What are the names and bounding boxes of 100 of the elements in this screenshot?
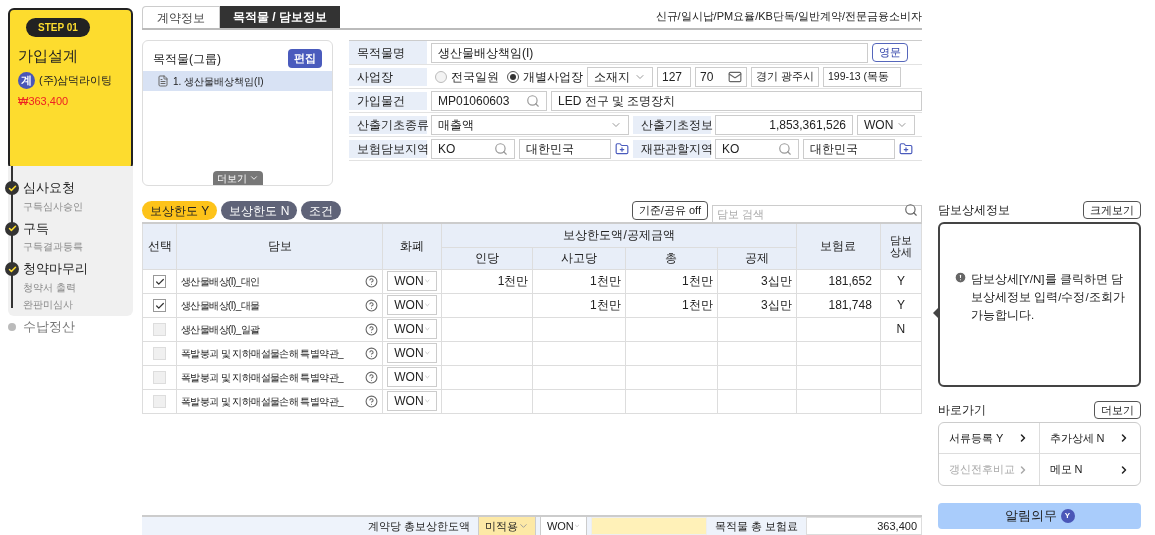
folder-add-icon[interactable]	[899, 141, 913, 156]
help-icon[interactable]	[365, 274, 379, 288]
premium-label: 목적물 총 보험료	[714, 518, 798, 534]
column-header: 담보	[176, 223, 383, 269]
share-toggle-button[interactable]: 기준/공유 off	[631, 201, 708, 220]
limit-label: 계약당 총보상한도액	[367, 518, 470, 534]
radio-label: 개별사업장	[523, 68, 583, 86]
search-icon	[494, 141, 508, 156]
filter-chip[interactable]: 보상한도 Y	[142, 201, 218, 220]
region-code-field[interactable]: KO	[431, 138, 515, 159]
tab[interactable]: 계약정보	[142, 6, 220, 28]
checkbox[interactable]	[153, 275, 166, 289]
form-label: 산출기초정보	[633, 115, 711, 134]
filter-chip[interactable]: 보상한도 N	[221, 201, 298, 220]
step-title[interactable]: 청약마무리	[23, 259, 133, 279]
table-cell: 1천만	[682, 298, 713, 312]
total-premium-field: 363,400	[806, 517, 922, 535]
column-header: 보험료	[796, 223, 881, 269]
basis-amount-field[interactable]: 1,853,361,526	[715, 114, 853, 135]
currency-select[interactable]: WON	[387, 295, 438, 315]
address-field[interactable]: 199-13 (목동	[823, 66, 901, 87]
checkbox[interactable]	[153, 299, 166, 313]
step-title[interactable]: 수납정산	[23, 316, 133, 336]
contract-summary: 신규/일시납/PM요율/KB단독/일반계약/전문금융소비자	[655, 8, 922, 24]
premium-amount: ₩363,400	[18, 93, 69, 109]
document-icon	[157, 75, 169, 87]
step-title[interactable]: 심사요청	[23, 178, 133, 198]
expand-button[interactable]: 크게보기	[1083, 201, 1141, 219]
radio-button[interactable]	[435, 70, 447, 83]
column-header: 보상한도액/공제금액	[441, 223, 797, 247]
tab[interactable]: 목적물 / 담보정보	[220, 6, 340, 28]
zip-field[interactable]: 70	[695, 66, 747, 87]
chevron-down-icon	[249, 173, 259, 183]
help-icon[interactable]	[365, 394, 379, 408]
notice-button[interactable]: 알림의무 Y	[938, 503, 1141, 529]
form-label: 가입물건	[349, 91, 427, 110]
detail-link[interactable]: Y	[896, 298, 905, 312]
form-label: 재판관할지역	[633, 139, 711, 158]
column-header: 담보상세	[880, 223, 922, 269]
address-field[interactable]: 경기 광주시	[751, 66, 819, 87]
english-button[interactable]: 영문	[872, 43, 908, 62]
currency-select[interactable]: WON	[539, 516, 587, 535]
step-title[interactable]: 구득	[23, 218, 133, 238]
help-icon[interactable]	[365, 346, 379, 360]
group-item[interactable]: 1. 생산물배상책임(I)	[143, 71, 332, 91]
folder-add-icon[interactable]	[615, 141, 629, 156]
region-name-field[interactable]: 대한민국	[519, 138, 611, 159]
panel-title: 담보상세정보	[938, 202, 1010, 219]
property-code-field[interactable]: MP01060603	[431, 90, 547, 111]
name-field[interactable]: 생산물배상책임(I)	[431, 43, 868, 63]
currency-select[interactable]: WON	[387, 271, 438, 291]
help-icon[interactable]	[365, 298, 379, 312]
column-header: 화폐	[382, 223, 442, 269]
shortcut-link[interactable]: 서류등록 Y	[939, 423, 1040, 454]
table-cell: 3십만	[761, 298, 792, 312]
table-cell: 181,748	[828, 298, 872, 312]
shortcut-link[interactable]: 메모 N	[1039, 454, 1140, 485]
company-avatar: 계	[18, 71, 35, 89]
currency-select[interactable]: WON	[387, 343, 438, 363]
region-name-field[interactable]: 대한민국	[803, 138, 895, 159]
more-button[interactable]: 더보기	[1094, 401, 1141, 419]
step-subtitle: 구득결과등륵	[23, 240, 84, 254]
panel-title: 바로가기	[938, 402, 986, 419]
more-button[interactable]: 더보기	[213, 171, 263, 185]
form-label: 사업장	[349, 67, 427, 86]
column-header: 선택	[142, 223, 177, 269]
detail-link[interactable]: Y	[896, 274, 905, 288]
table-cell: 1천만	[682, 274, 713, 288]
search-field[interactable]: 담보 검색	[712, 204, 922, 224]
basis-type-select[interactable]: 매출액	[431, 114, 629, 135]
limit-select[interactable]: 미적용	[477, 516, 536, 535]
region-code-field[interactable]: KO	[715, 138, 799, 159]
radio-label: 전국일원	[451, 68, 499, 86]
help-icon[interactable]	[365, 370, 379, 384]
detail-link[interactable]: N	[896, 322, 906, 336]
limit-amount-field[interactable]	[590, 517, 707, 535]
filter-chip[interactable]: 조건	[301, 201, 342, 220]
zip-field[interactable]: 127	[657, 66, 691, 87]
help-icon[interactable]	[365, 322, 379, 336]
form-label: 보험담보지역	[349, 139, 427, 158]
currency-select[interactable]: WON	[857, 114, 915, 135]
step-title: 가입설계	[18, 46, 78, 66]
table-cell-text: 생산물배상(I)_일괄	[181, 322, 260, 337]
step-badge: STEP 01	[26, 18, 90, 37]
property-description-field[interactable]: LED 전구 및 조명장치	[551, 90, 922, 111]
currency-select[interactable]: WON	[387, 319, 438, 339]
shortcut-link[interactable]: 추가상세 N	[1039, 423, 1140, 454]
search-icon	[904, 203, 918, 217]
table-cell: 1천만	[589, 298, 621, 312]
table-cell: 3십만	[761, 274, 792, 288]
table-cell-text: 폭발붕괴 및 지하매설물손해 특별약관_	[181, 370, 343, 385]
currency-select[interactable]: WON	[387, 391, 438, 411]
step-subtitle: 완판미심사	[23, 297, 74, 312]
search-icon	[778, 141, 792, 156]
currency-select[interactable]: WON	[387, 367, 438, 387]
location-select[interactable]: 소재지	[587, 66, 653, 87]
table-cell-text: 폭발붕괴 및 지하매설물손해 특별약관_	[181, 394, 343, 409]
edit-button[interactable]: 편집	[288, 49, 322, 68]
table-cell: 1천만	[589, 274, 621, 288]
table-cell-text: 생산물배상(I)_대인	[181, 274, 260, 289]
